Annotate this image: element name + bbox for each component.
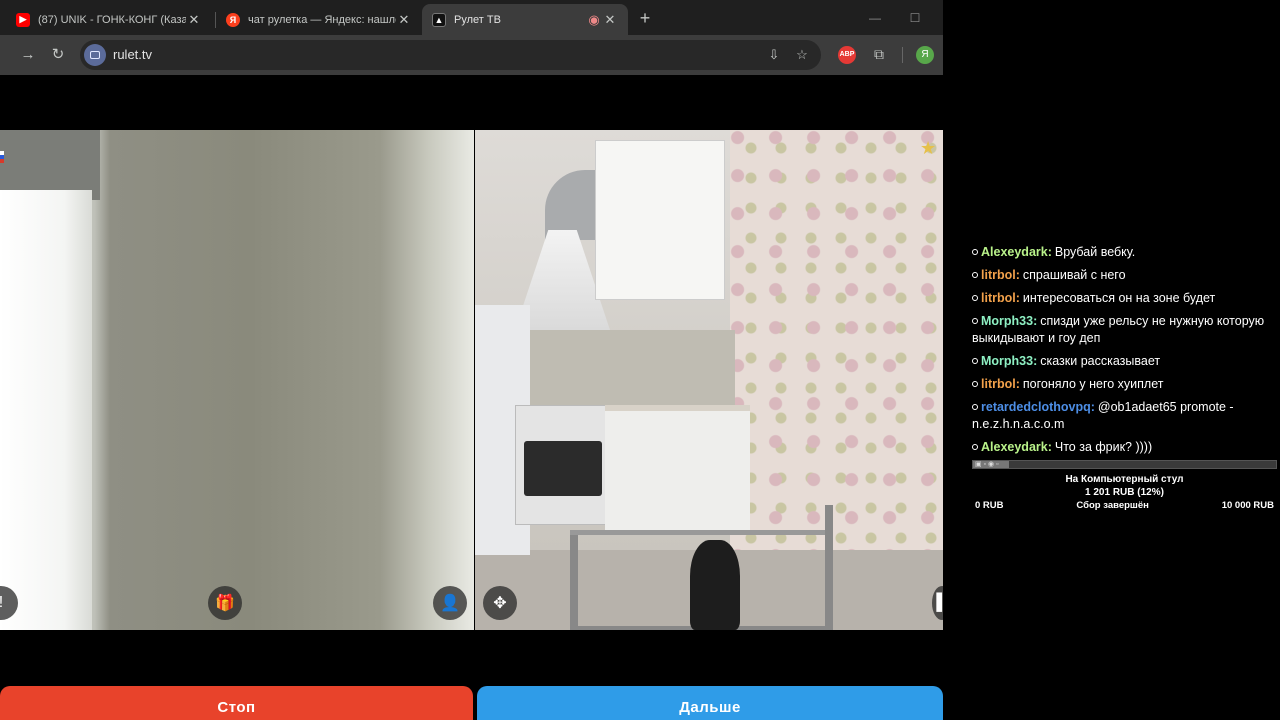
stop-button[interactable]: Стоп xyxy=(0,686,473,720)
toolbar-divider xyxy=(902,47,903,63)
rulet-icon: ▲ xyxy=(432,12,446,27)
video-chair-leg xyxy=(570,535,578,630)
browser-toolbar: → ↻ rulet.tv ⇩ ☆ ABP ⧉ Я xyxy=(0,35,943,75)
local-video xyxy=(0,130,474,630)
user-icon[interactable]: 👤 xyxy=(433,586,467,620)
chat-message: Alexeydark: Что за фрик? )))) xyxy=(972,439,1277,456)
country-flag-icon xyxy=(0,151,4,163)
bullet-icon xyxy=(972,318,978,324)
install-app-icon[interactable]: ⇩ xyxy=(765,46,783,64)
gift-icon[interactable]: 🎁 xyxy=(208,586,242,620)
new-tab-button[interactable]: + xyxy=(634,8,656,30)
tab-youtube[interactable]: ▶ (87) UNIK - ГОНК-КОНГ (Казан ✕ xyxy=(6,4,212,35)
tab-rulet-tv[interactable]: ▲ Рулет ТВ ◉ ✕ xyxy=(422,4,628,35)
minimize-button[interactable]: — xyxy=(864,8,886,28)
bullet-icon xyxy=(972,381,978,387)
tab-bar: ▶ (87) UNIK - ГОНК-КОНГ (Казан ✕ Я чат р… xyxy=(0,0,943,35)
video-window-light xyxy=(0,190,92,630)
bullet-icon xyxy=(972,295,978,301)
forward-icon[interactable]: → xyxy=(18,45,38,65)
url-text: rulet.tv xyxy=(113,47,153,62)
video-counter xyxy=(605,405,750,535)
bullet-icon xyxy=(972,404,978,410)
tab-title: (87) UNIK - ГОНК-КОНГ (Казан xyxy=(38,13,186,26)
chat-message: litrbol: интересоваться он на зоне будет xyxy=(972,290,1277,307)
close-icon[interactable]: ✕ xyxy=(602,12,618,28)
donation-goal-widget: ▣ ▫ ◉ ▫ На Компьютерный стул 1 201 RUB (… xyxy=(972,460,1277,511)
yandex-icon: Я xyxy=(226,12,240,27)
stream-chat: Alexeydark: Врубай вебку. litrbol: спрашив… xyxy=(972,244,1277,462)
close-icon[interactable]: ✕ xyxy=(396,12,412,28)
chat-message: Morph33: сказки рассказывает xyxy=(972,353,1277,370)
chat-message: Morph33: спизди уже рельсу не нужную кото… xyxy=(972,314,1265,345)
chat-message: Alexeydark: Врубай вебку. xyxy=(972,244,1277,261)
address-bar[interactable]: rulet.tv ⇩ ☆ xyxy=(80,40,821,70)
favorite-star-icon[interactable]: ★ xyxy=(920,138,936,159)
progress-bar-icons: ▣ ▫ ◉ ▫ xyxy=(975,461,999,468)
browser-window: ▶ (87) UNIK - ГОНК-КОНГ (Казан ✕ Я чат р… xyxy=(0,0,943,720)
video-chair-hub xyxy=(690,540,740,630)
close-icon[interactable]: ✕ xyxy=(186,12,202,28)
extensions-icon[interactable]: ⧉ xyxy=(870,45,888,63)
adblock-icon[interactable]: ABP xyxy=(838,46,856,64)
next-button[interactable]: Дальше xyxy=(477,686,943,720)
bullet-icon xyxy=(972,358,978,364)
donation-min: 0 RUB xyxy=(975,500,1004,511)
reload-icon[interactable]: ↻ xyxy=(48,45,68,65)
tab-title: Рулет ТВ xyxy=(454,13,501,26)
bookmark-star-icon[interactable]: ☆ xyxy=(793,46,811,64)
video-backsplash xyxy=(515,330,735,405)
video-stove xyxy=(515,405,610,525)
donation-progress-bar: ▣ ▫ ◉ ▫ xyxy=(972,460,1277,469)
chat-message: retardedclothovpq: @ob1adaet65 promote - … xyxy=(972,400,1234,431)
donation-goal-title: На Компьютерный стул xyxy=(1065,474,1184,485)
maximize-button[interactable]: ☐ xyxy=(904,8,926,28)
bullet-icon xyxy=(972,444,978,450)
bullet-icon xyxy=(972,272,978,278)
chat-message: litrbol: спрашивай с него xyxy=(972,267,1277,284)
remote-video xyxy=(475,130,943,630)
recording-icon: ◉ xyxy=(588,11,600,27)
tab-title: чат рулетка — Яндекс: нашло xyxy=(248,13,396,26)
site-info-icon[interactable] xyxy=(84,44,106,66)
youtube-icon: ▶ xyxy=(16,12,30,27)
chat-message: litrbol: погоняло у него хуиплет xyxy=(972,376,1277,393)
video-chair-leg xyxy=(825,505,833,630)
donation-max: 10 000 RUB xyxy=(1221,500,1274,511)
video-cabinet xyxy=(595,140,725,300)
video-wallpaper xyxy=(730,130,943,560)
donation-range: 0 RUB Сбор завершён 10 000 RUB xyxy=(972,500,1277,511)
tab-yandex[interactable]: Я чат рулетка — Яндекс: нашло ✕ xyxy=(216,4,422,35)
donation-amount: 1 201 RUB (12%) xyxy=(1085,487,1164,498)
donation-status: Сбор завершён xyxy=(1076,500,1149,511)
profile-avatar[interactable]: Я xyxy=(916,46,934,64)
bullet-icon xyxy=(972,249,978,255)
gamepad-icon[interactable]: ✥ xyxy=(483,586,517,620)
page-content: ★ ! 🎁 👤 ✥ ▌ Стоп Дальше xyxy=(0,75,943,720)
